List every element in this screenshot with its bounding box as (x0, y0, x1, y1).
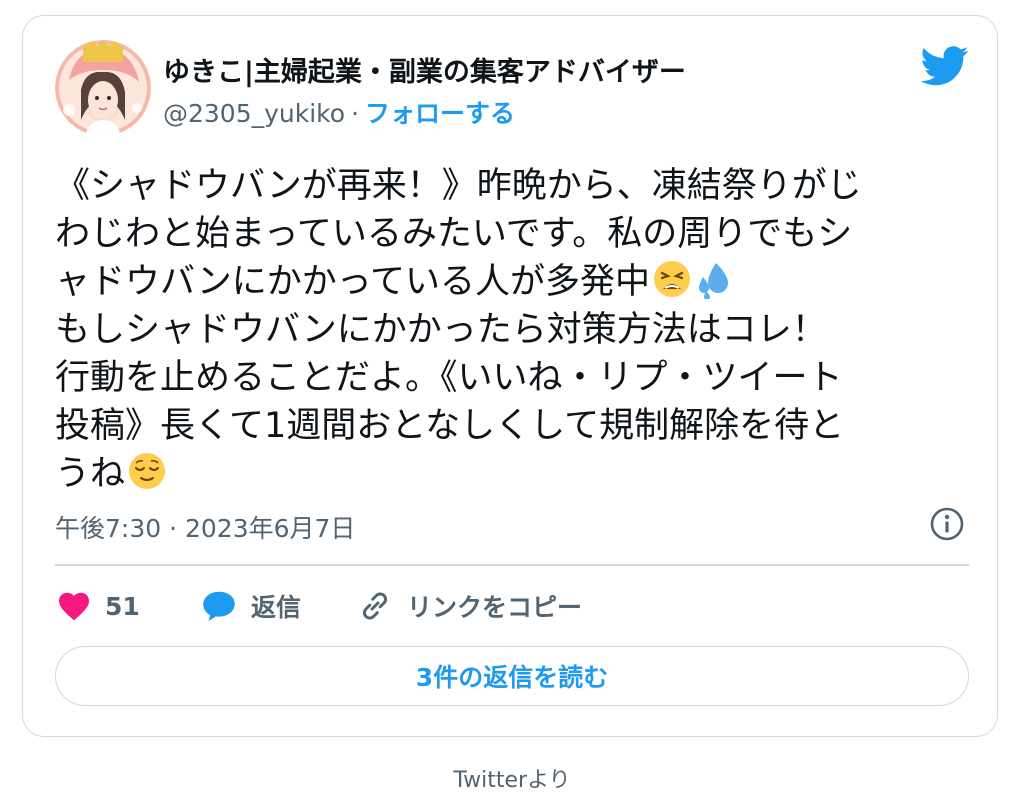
tweet-line-with-emoji: ャドウバンにかかっている人が多発中 (55, 258, 960, 306)
follow-link[interactable]: フォローする (365, 99, 515, 128)
twitter-bird-icon[interactable] (920, 46, 969, 86)
tweet-text: 《シャドウバンが再来！》昨晩から、凍結祭りがじ わじわと始まっているみたいです。… (55, 162, 960, 498)
info-icon[interactable] (929, 506, 965, 542)
tweet-line-text: うね (55, 454, 126, 494)
reply-bubble-icon (201, 589, 237, 623)
tweet-timestamp[interactable]: 午後7:30 · 2023年6月7日 (55, 509, 355, 545)
copy-link-label: リンクをコピー (407, 593, 583, 622)
tired-face-emoji (652, 259, 692, 299)
read-replies-button[interactable]: 3件の返信を読む (55, 646, 969, 706)
heart-icon (57, 591, 91, 621)
sweat-droplets-emoji (694, 259, 734, 300)
author-display-name[interactable]: ゆきこ|主婦起業・副業の集客アドバイザー (163, 50, 686, 89)
tweet-line-text: ャドウバンにかかっている人が多発中 (55, 262, 651, 302)
tweet-line: 行動を止めることだよ。《いいね・リプ・ツイート (55, 358, 843, 398)
like-button[interactable]: 51 (57, 588, 140, 624)
tweet-line-with-emoji: うね (55, 450, 960, 498)
author-handle[interactable]: @2305_yukiko (163, 99, 345, 128)
tweet-line: 投稿》長くて1週間おとなしくして規制解除を待と (55, 406, 845, 446)
reply-button[interactable]: 返信 (201, 588, 301, 624)
tweet-card: ゆきこ|主婦起業・副業の集客アドバイザー @2305_yukiko · フォローする… (22, 15, 998, 737)
link-icon (357, 588, 393, 624)
tweet-line: もしシャドウバンにかかったら対策方法はコレ！ (55, 310, 827, 350)
copy-link-button[interactable]: リンクをコピー (357, 588, 582, 624)
author-handle-row: @2305_yukiko · フォローする (163, 94, 515, 130)
tweet-line: わじわと始まっているみたいです。私の周りでもシ (55, 214, 853, 254)
source-caption: Twitterより (453, 768, 571, 793)
avatar[interactable] (55, 40, 151, 136)
like-count: 51 (105, 591, 140, 621)
reply-label: 返信 (251, 593, 302, 622)
separator-dot: · (351, 99, 360, 128)
tweet-line: 《シャドウバンが再来！》昨晩から、凍結祭りがじ (55, 166, 862, 206)
divider (55, 564, 969, 566)
relieved-face-emoji (127, 451, 167, 491)
